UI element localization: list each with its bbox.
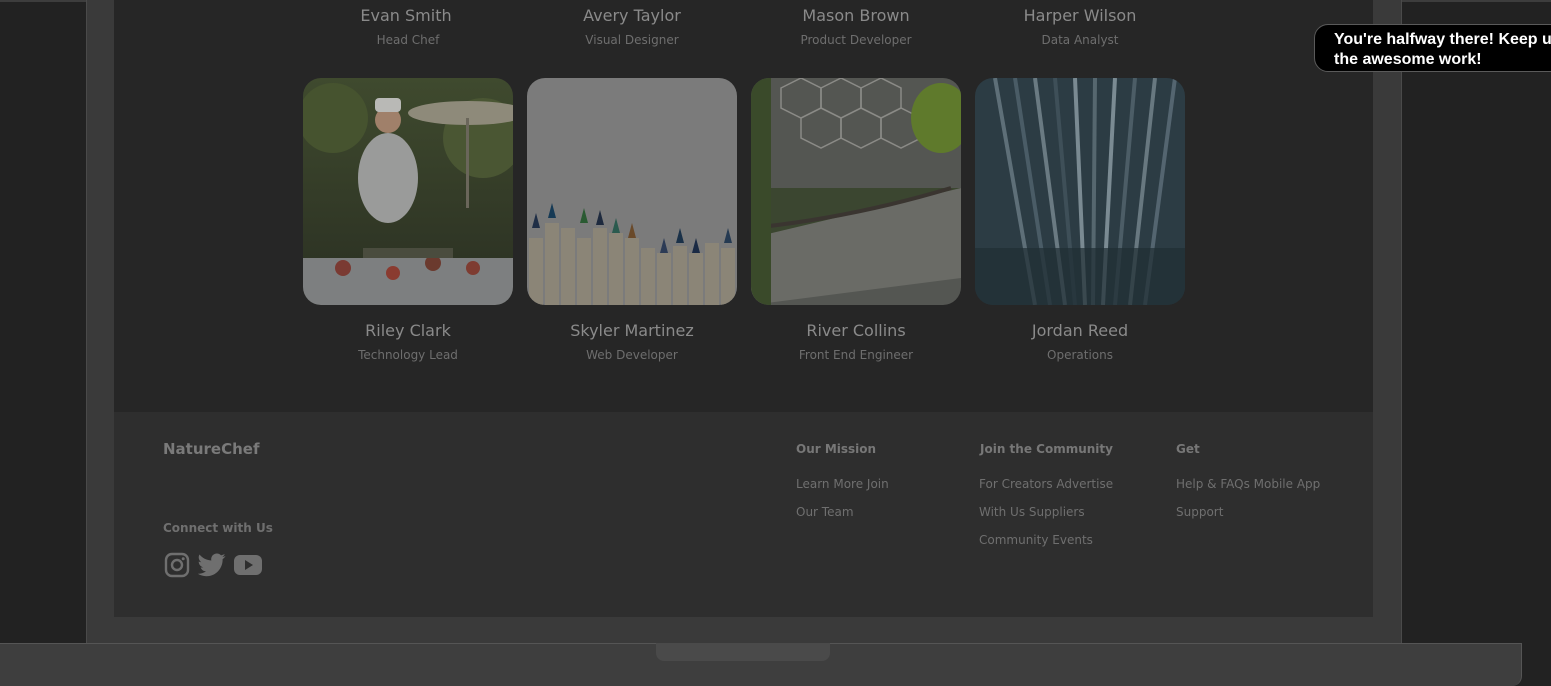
site-footer: NatureChef Connect with Us Our Mission L… [114, 412, 1373, 617]
team-member-name: Evan Smith [360, 6, 452, 25]
team-member-name: Jordan Reed [1031, 321, 1129, 340]
footer-brand[interactable]: NatureChef [163, 440, 259, 458]
webpage: Evan Smith Head Chef Avery Taylor Visual… [114, 0, 1373, 617]
team-member-role: Web Developer [586, 348, 678, 362]
progress-toast: You're halfway there! Keep up the awesom… [1314, 24, 1551, 72]
team-member-name: Skyler Martinez [570, 321, 694, 340]
laptop-notch [656, 643, 830, 661]
footer-column-title: Join the Community [980, 442, 1113, 456]
footer-link[interactable]: For Creators Advertise [979, 477, 1113, 491]
team-member-name: Mason Brown [802, 6, 910, 25]
team-member-role: Data Analyst [1041, 33, 1119, 47]
footer-link[interactable]: Community Events [979, 533, 1093, 547]
toast-message: You're halfway there! Keep up the awesom… [1334, 31, 1551, 68]
footer-column-title: Our Mission [796, 442, 877, 456]
team-member-name: Harper Wilson [1023, 6, 1137, 25]
team-section: Evan Smith Head Chef Avery Taylor Visual… [114, 0, 1373, 412]
photo-abstract-light-streaks [975, 78, 1185, 305]
team-member-name: Avery Taylor [583, 6, 681, 25]
photo-chef-outdoor-table [303, 78, 513, 305]
connect-label: Connect with Us [163, 521, 273, 535]
photo-rainforest-biome-bridge [751, 78, 961, 305]
footer-link[interactable]: Support [1176, 505, 1223, 519]
team-member-role: Head Chef [376, 33, 440, 47]
team-member-name: River Collins [806, 321, 906, 340]
footer-column-title: Get [1176, 442, 1200, 456]
twitter-icon[interactable] [197, 551, 227, 579]
footer-link[interactable]: Learn More Join [796, 477, 889, 491]
footer-link[interactable]: Help & FAQs Mobile App [1176, 477, 1320, 491]
team-member-role: Front End Engineer [798, 348, 914, 362]
photo-colored-pencils [527, 78, 737, 305]
footer-link[interactable]: With Us Suppliers [979, 505, 1085, 519]
footer-link[interactable]: Our Team [796, 505, 854, 519]
team-member-name: Riley Clark [365, 321, 451, 340]
team-member-role: Product Developer [800, 33, 912, 47]
team-member-role: Technology Lead [358, 348, 458, 362]
instagram-icon[interactable] [163, 551, 191, 579]
youtube-icon[interactable] [233, 551, 263, 579]
team-member-role: Operations [1047, 348, 1113, 362]
team-member-role: Visual Designer [585, 33, 679, 47]
